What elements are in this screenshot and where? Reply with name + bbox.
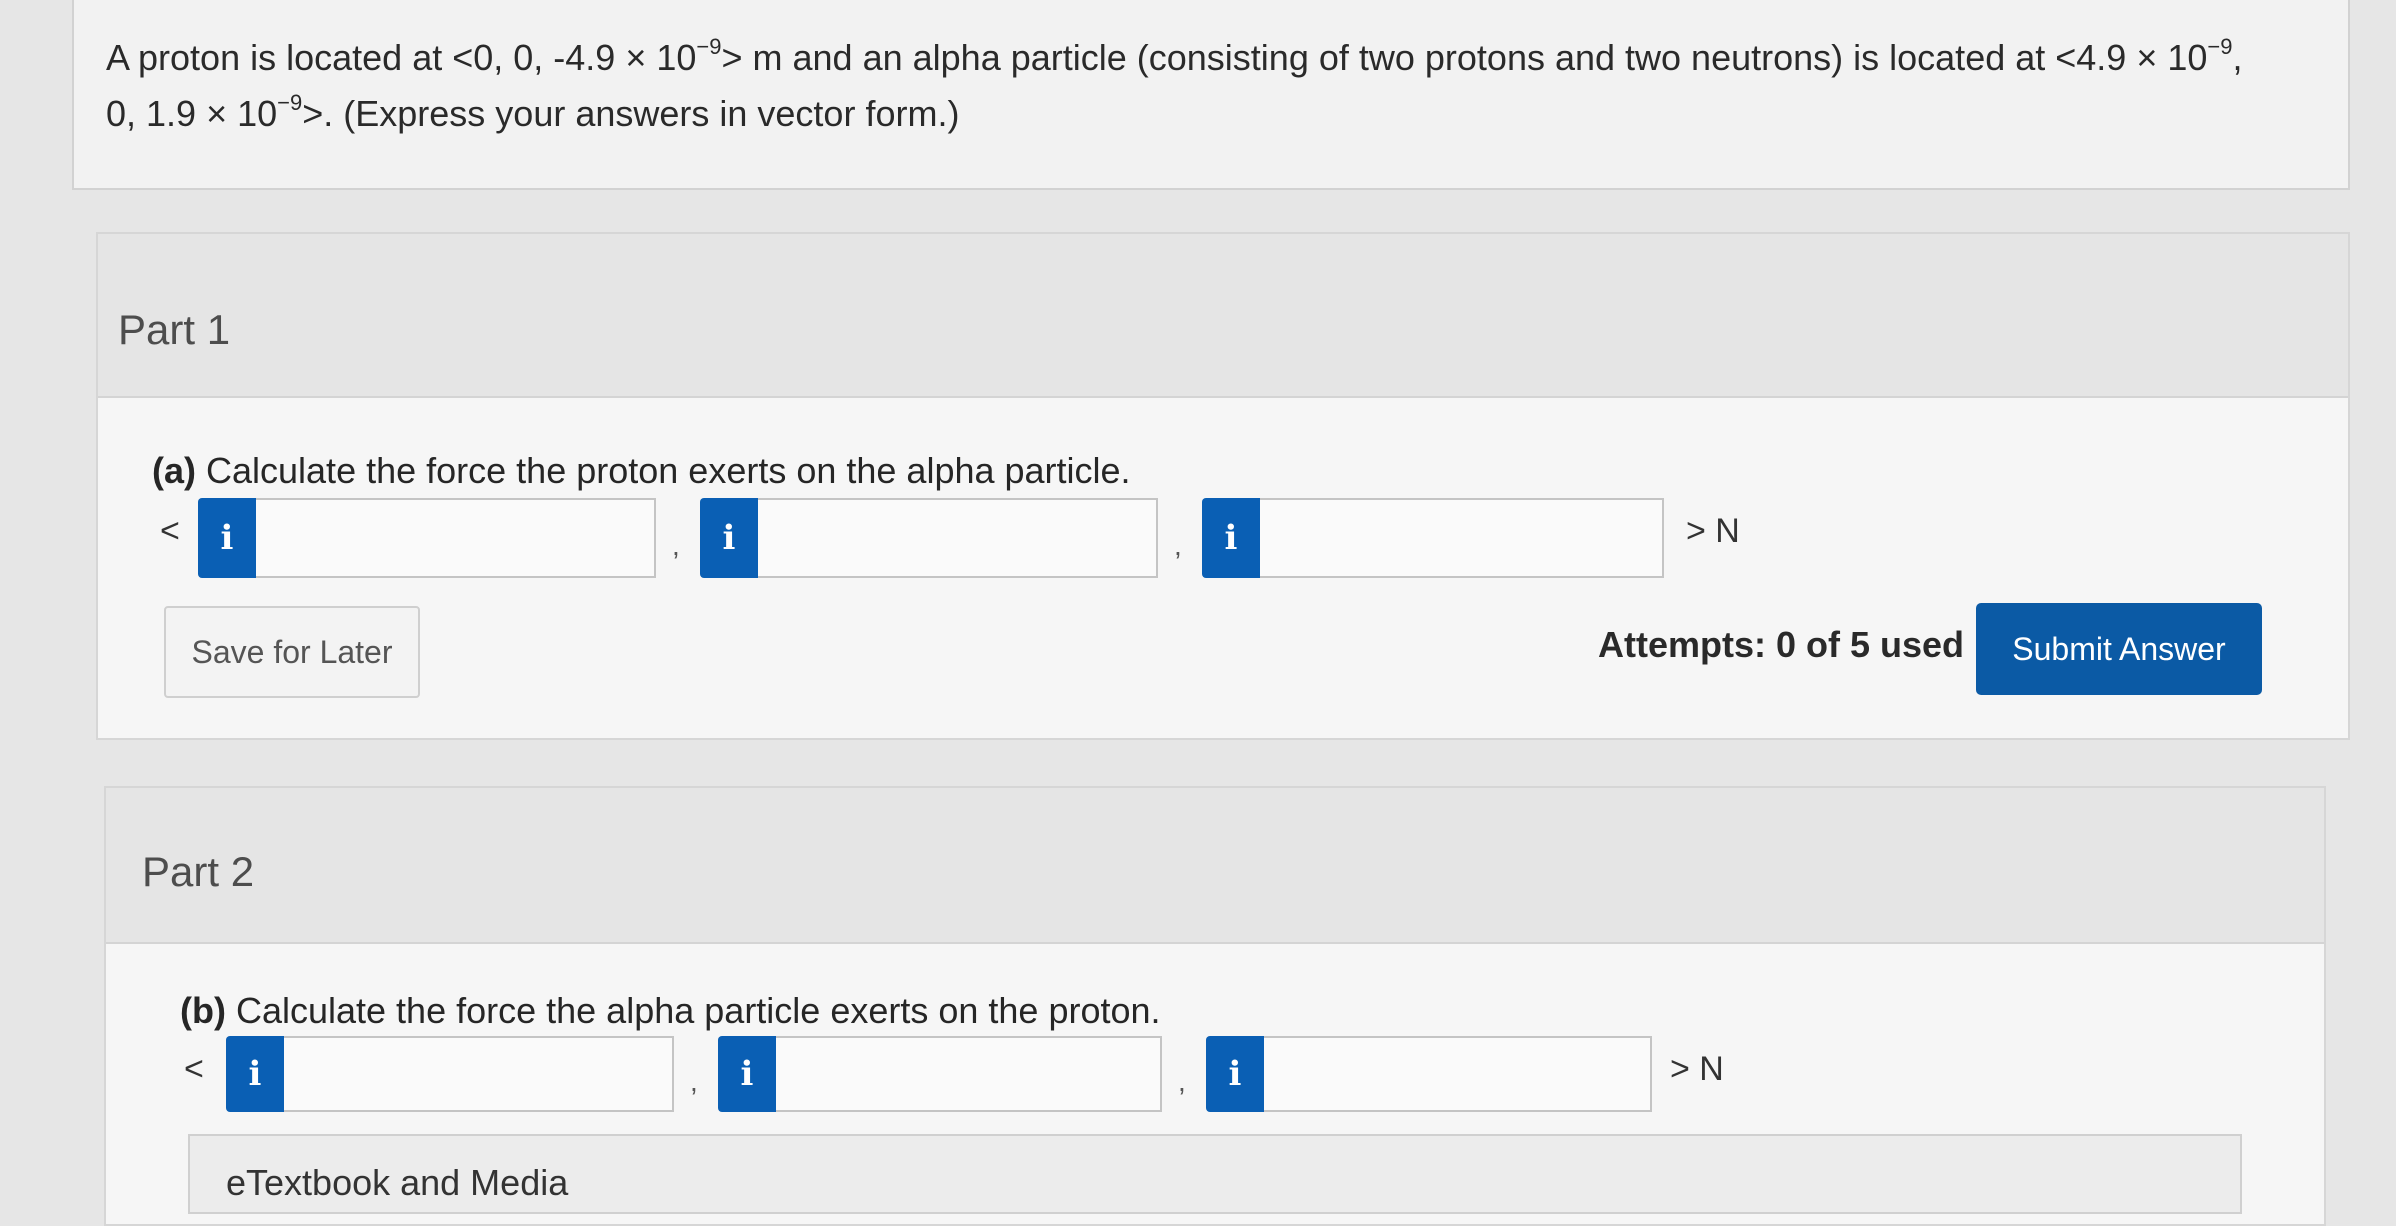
- submit-answer-button[interactable]: Submit Answer: [1976, 603, 2262, 695]
- vector-open-bracket: <: [160, 512, 180, 550]
- problem-text: A proton is located at <0, 0, -4.9 × 10−…: [106, 30, 2306, 142]
- problem-statement: A proton is located at <0, 0, -4.9 × 10−…: [72, 0, 2350, 190]
- answer-a-x-input[interactable]: [256, 498, 656, 578]
- part-2-header: Part 2: [106, 788, 2324, 944]
- vector-close-unit: > N: [1686, 512, 1740, 550]
- problem-text-segment: ,: [2232, 37, 2243, 78]
- answer-a-y-input[interactable]: [758, 498, 1158, 578]
- info-icon[interactable]: i: [1206, 1036, 1264, 1112]
- vector-close-unit: > N: [1670, 1050, 1724, 1088]
- attempts-counter: Attempts: 0 of 5 used: [1598, 624, 1965, 665]
- info-icon[interactable]: i: [198, 498, 256, 578]
- exponent: −9: [277, 90, 303, 115]
- problem-text-segment: A proton is located at <0, 0, -4.9 × 10: [106, 37, 697, 78]
- exponent: −9: [696, 34, 722, 59]
- part-1-header: Part 1: [98, 234, 2348, 398]
- question-b: (b) Calculate the force the alpha partic…: [180, 990, 1161, 1032]
- problem-text-segment: > m and an alpha particle (consisting of…: [721, 37, 2208, 78]
- info-icon[interactable]: i: [718, 1036, 776, 1112]
- question-a-label: (a): [152, 450, 196, 491]
- part-2-title: Part 2: [142, 848, 255, 895]
- problem-text-segment: 0, 1.9 × 10: [106, 93, 278, 134]
- vector-separator: ,: [672, 530, 680, 561]
- answer-b-x-input[interactable]: [284, 1036, 674, 1112]
- vector-separator: ,: [1178, 1066, 1186, 1097]
- part-1-title: Part 1: [118, 306, 231, 353]
- exponent: −9: [2207, 34, 2233, 59]
- problem-text-segment: >. (Express your answers in vector form.…: [302, 93, 960, 134]
- vector-separator: ,: [690, 1066, 698, 1097]
- answer-b-y-input[interactable]: [776, 1036, 1162, 1112]
- vector-separator: ,: [1174, 530, 1182, 561]
- vector-open-bracket: <: [184, 1050, 204, 1088]
- save-for-later-button[interactable]: Save for Later: [164, 606, 420, 698]
- question-a: (a) Calculate the force the proton exert…: [152, 450, 1131, 492]
- info-icon[interactable]: i: [700, 498, 758, 578]
- question-b-label: (b): [180, 990, 226, 1031]
- question-b-text: Calculate the force the alpha particle e…: [225, 990, 1161, 1031]
- info-icon[interactable]: i: [1202, 498, 1260, 578]
- info-icon[interactable]: i: [226, 1036, 284, 1112]
- answer-a-z-input[interactable]: [1260, 498, 1664, 578]
- question-a-text: Calculate the force the proton exerts on…: [196, 450, 1131, 491]
- etextbook-media-panel[interactable]: eTextbook and Media: [188, 1134, 2242, 1214]
- answer-b-z-input[interactable]: [1264, 1036, 1652, 1112]
